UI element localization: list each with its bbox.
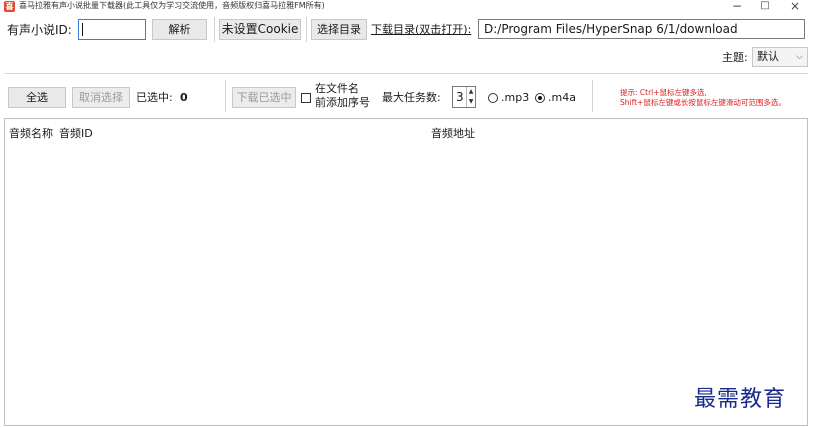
audio-list[interactable]: 音频名称 音频ID 音频地址: [4, 118, 808, 426]
download-directory-link[interactable]: 下载目录(双击打开):: [371, 23, 471, 37]
selected-count-value: 0: [180, 91, 188, 104]
hint-line1: 提示: Ctrl+鼠标左键多选,: [620, 88, 707, 97]
watermark: 最需教育: [694, 387, 787, 412]
text-cursor: [82, 23, 83, 36]
hint-line2: Shift+鼠标左键或长按鼠标左键滑动可范围多选。: [620, 98, 786, 107]
add-index-prefix-label-line2: 前添加序号: [315, 96, 370, 109]
add-index-prefix-label-line1: 在文件名: [315, 82, 359, 95]
m4a-radio[interactable]: [535, 93, 545, 103]
theme-select[interactable]: 默认 ⌵: [752, 47, 808, 67]
mp3-radio-label: .mp3: [501, 91, 530, 104]
app-icon: 喜: [4, 1, 15, 12]
cookie-button[interactable]: 未设置Cookie: [219, 19, 301, 40]
selected-count-label: 已选中:: [136, 91, 173, 104]
download-selected-button[interactable]: 下载已选中: [232, 87, 296, 108]
novel-id-label: 有声小说ID:: [7, 23, 72, 37]
parse-button[interactable]: 解析: [152, 19, 207, 40]
add-index-prefix-checkbox[interactable]: [301, 93, 311, 103]
theme-label: 主题:: [722, 51, 748, 64]
column-header-audio-id[interactable]: 音频ID: [59, 125, 93, 141]
max-tasks-value: 3: [456, 90, 464, 104]
choose-directory-button[interactable]: 选择目录: [311, 19, 367, 40]
m4a-radio-label: .m4a: [548, 91, 576, 104]
select-all-button[interactable]: 全选: [8, 87, 66, 108]
toolbar-separator: [214, 17, 215, 42]
divider: [4, 73, 808, 74]
toolbar-separator: [225, 80, 226, 112]
minimize-button[interactable]: −: [722, 0, 752, 14]
max-tasks-stepper[interactable]: 3 ▲ ▼: [452, 86, 476, 108]
download-directory-field[interactable]: D:/Program Files/HyperSnap 6/1/download: [478, 19, 805, 39]
deselect-button[interactable]: 取消选择: [72, 87, 130, 108]
column-header-audio-url[interactable]: 音频地址: [431, 125, 475, 141]
chevron-down-icon: ⌵: [796, 52, 803, 62]
title-bar: 喜 喜马拉雅有声小说批量下载器(此工具仅为学习交流使用，音频版权归喜马拉雅FM所…: [0, 0, 813, 14]
toolbar-separator: [592, 80, 593, 112]
window-title: 喜马拉雅有声小说批量下载器(此工具仅为学习交流使用，音频版权归喜马拉雅FM所有): [19, 1, 325, 10]
column-header-audio-name[interactable]: 音频名称: [9, 125, 53, 141]
mp3-radio[interactable]: [488, 93, 498, 103]
max-tasks-label: 最大任务数:: [382, 91, 441, 104]
theme-selected-value: 默认: [757, 50, 779, 63]
stepper-arrows-icon[interactable]: ▲ ▼: [466, 87, 475, 107]
maximize-button[interactable]: □: [750, 0, 780, 14]
novel-id-input[interactable]: [78, 19, 146, 40]
close-button[interactable]: ×: [780, 0, 810, 14]
multi-select-hint: 提示: Ctrl+鼠标左键多选, Shift+鼠标左键或长按鼠标左键滑动可范围多…: [620, 88, 786, 108]
toolbar-separator: [306, 17, 307, 42]
